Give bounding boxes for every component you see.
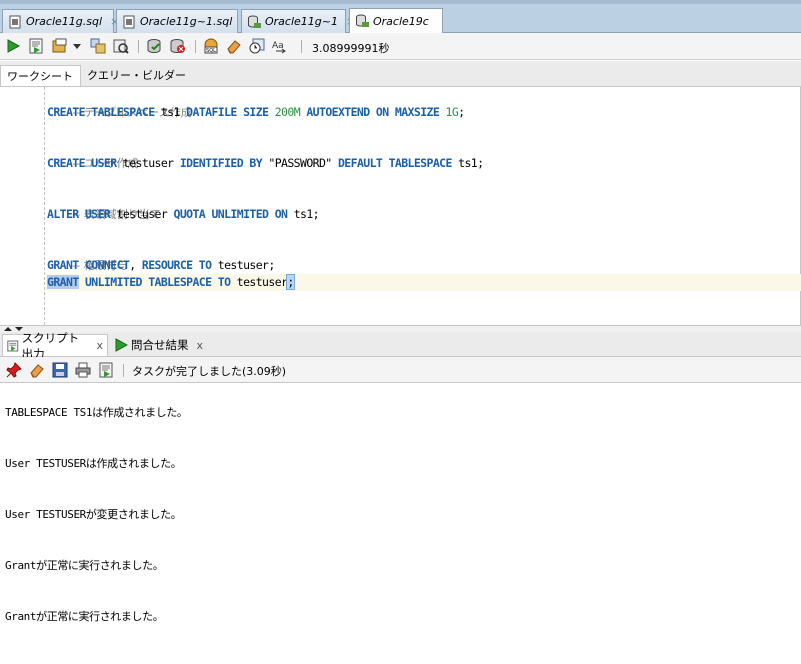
- clear-eraser-icon[interactable]: [29, 362, 45, 378]
- doc-tab-label: Oracle11g.sql: [26, 15, 103, 28]
- toolbar-separator: [195, 40, 196, 53]
- clear-eraser-icon[interactable]: [226, 38, 242, 54]
- panel-splitter[interactable]: [0, 325, 801, 332]
- code-line-create-tablespace: CREATE TABLESPACE ts1 DATAFILE SIZE 200M…: [47, 105, 465, 119]
- output-toolbar: タスクが完了しました(3.09秒): [0, 357, 801, 383]
- sql-file-icon: [123, 15, 135, 28]
- history-icon[interactable]: [249, 38, 265, 54]
- open-file-icon[interactable]: [98, 362, 114, 378]
- run-script-icon[interactable]: [28, 38, 44, 54]
- code-line-grant-unlimited: GRANT UNLIMITED TABLESPACE TO testuser;: [45, 274, 801, 291]
- explain-plan-icon[interactable]: [90, 38, 106, 54]
- editor-sub-tabs: ワークシート クエリー・ビルダー: [0, 61, 801, 87]
- run-statement-icon[interactable]: [5, 38, 21, 54]
- doc-tab-oracle19c[interactable]: Oracle19c: [349, 8, 443, 33]
- doc-tab-label: Oracle11g~1.sql: [140, 15, 233, 28]
- toolbar-separator: [301, 40, 302, 53]
- print-icon[interactable]: [75, 362, 91, 378]
- task-status: タスクが完了しました(3.09秒): [132, 365, 287, 378]
- output-line: Grantが正常に実行されました。: [5, 559, 164, 572]
- document-tab-bar: Oracle11g.sql × Oracle11g~1.sql × Oracle…: [0, 0, 801, 33]
- format-case-icon[interactable]: Aa: [272, 38, 288, 54]
- toolbar-separator: [138, 40, 139, 53]
- autotrace-icon[interactable]: [113, 38, 129, 54]
- rollback-icon[interactable]: [170, 38, 186, 54]
- commit-icon[interactable]: [52, 38, 68, 54]
- tab-query-builder[interactable]: クエリー・ビルダー: [81, 65, 192, 86]
- tab-bar-top-strip: [0, 0, 801, 4]
- sql-editor[interactable]: -- テーブルスペース作成 CREATE TABLESPACE ts1 DATA…: [0, 87, 801, 325]
- toolbar-separator: [123, 364, 124, 377]
- pin-icon[interactable]: [6, 362, 22, 378]
- doc-tab-label: Oracle11g~1: [265, 15, 338, 28]
- tab-label: 問合せ結果: [131, 338, 189, 352]
- sql-file-icon: [9, 15, 21, 28]
- sql-tuning-icon[interactable]: SQL: [203, 38, 219, 54]
- doc-tab-oracle11g-1[interactable]: Oracle11g~1 ×: [241, 9, 355, 33]
- code-line-alter-user: ALTER USER testuser QUOTA UNLIMITED ON t…: [47, 207, 320, 221]
- execution-time: 3.08999991秒: [312, 42, 390, 55]
- code-comment: -- ユーザ作成: [72, 157, 139, 170]
- output-tab-bar: スクリプト出力 x 問合せ結果 x: [0, 331, 801, 361]
- worksheet-toolbar: SQL Aa 3.08999991秒: [0, 33, 801, 60]
- output-line: User TESTUSERは作成されました。: [5, 457, 182, 470]
- doc-tab-oracle11g-sql[interactable]: Oracle11g.sql ×: [2, 9, 119, 33]
- code-comment: -- 表領域割り当て: [72, 208, 161, 221]
- code-comment: -- 権限付与: [72, 259, 128, 272]
- code-line-create-user: CREATE USER testuser IDENTIFIED BY "PASS…: [47, 156, 484, 170]
- query-result-icon: [115, 338, 128, 352]
- close-icon[interactable]: x: [197, 339, 204, 352]
- tab-script-output[interactable]: スクリプト出力 x: [2, 331, 108, 361]
- script-output-icon: [7, 340, 19, 351]
- dropdown-arrow-icon[interactable]: [72, 38, 82, 54]
- tab-worksheet[interactable]: ワークシート: [0, 65, 81, 86]
- code-comment: -- テーブルスペース作成: [72, 106, 192, 119]
- line-gutter: [0, 87, 38, 325]
- db-connection-icon: [356, 14, 369, 27]
- output-line: Grantが正常に実行されました。: [5, 610, 164, 623]
- commit-transaction-icon[interactable]: [147, 38, 163, 54]
- svg-text:SQL: SQL: [206, 48, 216, 54]
- output-line: User TESTUSERが変更されました。: [5, 508, 182, 521]
- tab-query-result[interactable]: 問合せ結果 x: [110, 334, 210, 356]
- doc-tab-label: Oracle19c: [373, 14, 429, 28]
- close-icon[interactable]: x: [96, 339, 103, 352]
- db-connection-icon: [248, 15, 261, 28]
- script-output-console[interactable]: TABLESPACE TS1は作成されました。 User TESTUSERは作成…: [0, 383, 801, 664]
- code-line-grant-connect: GRANT CONNECT, RESOURCE TO testuser;: [47, 258, 275, 272]
- output-line: TABLESPACE TS1は作成されました。: [5, 406, 188, 419]
- save-icon[interactable]: [52, 362, 68, 378]
- doc-tab-oracle11g-1-sql[interactable]: Oracle11g~1.sql ×: [116, 9, 249, 33]
